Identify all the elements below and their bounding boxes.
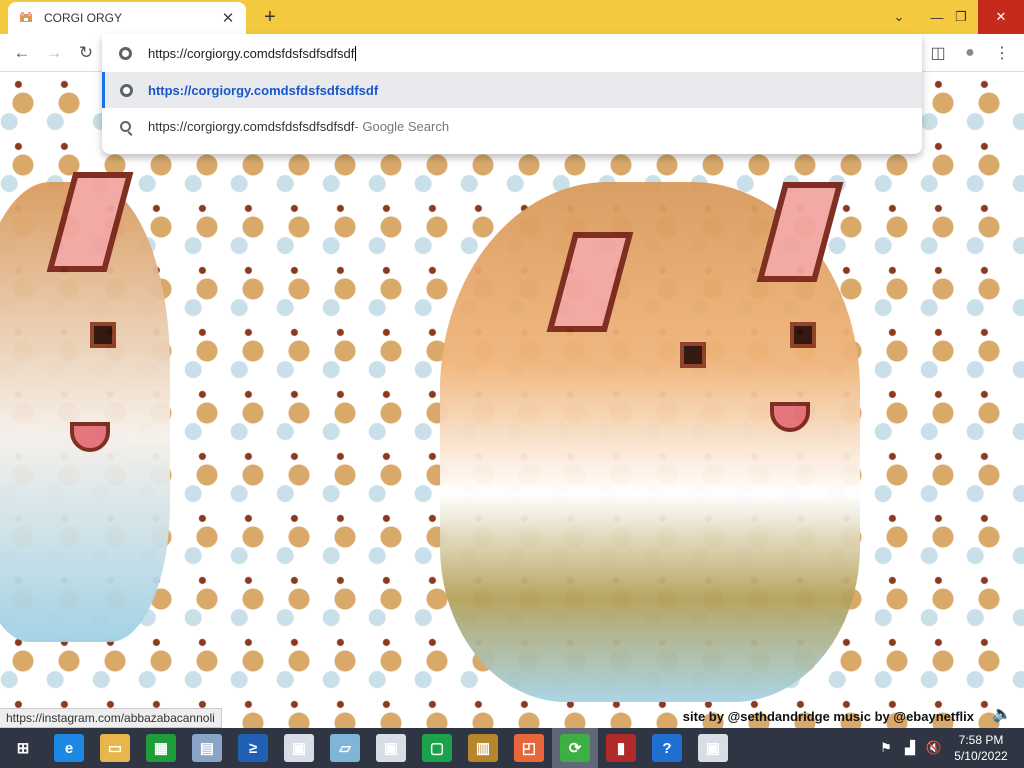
corgi-ear bbox=[546, 232, 634, 332]
window-app-3-icon[interactable]: ▣ bbox=[690, 728, 736, 768]
corgi-large-left-image bbox=[0, 172, 170, 642]
omnibox-dropdown: https://corgiorgy.comdsfdsfsdfsdfsdf htt… bbox=[102, 34, 922, 154]
omnibox-suggestion-url[interactable]: https://corgiorgy.comdsfdsfsdfsdfsdf bbox=[102, 72, 922, 108]
perfmon-icon-glyph: ▤ bbox=[192, 734, 222, 762]
terminal-icon-glyph: ▢ bbox=[422, 734, 452, 762]
site-credits[interactable]: site by @sethdandridge music by @ebaynet… bbox=[683, 709, 974, 724]
window-app-icon[interactable]: ▣ bbox=[276, 728, 322, 768]
volume-muted-icon[interactable]: 🔇 bbox=[922, 728, 946, 768]
notepad-icon[interactable]: ▱ bbox=[322, 728, 368, 768]
corgi-tongue bbox=[70, 422, 110, 452]
tab-close-icon[interactable]: ✕ bbox=[220, 10, 236, 27]
text-caret bbox=[355, 45, 357, 61]
corgi-ear bbox=[46, 172, 134, 272]
close-window-button[interactable]: ✕ bbox=[978, 0, 1024, 34]
windows-taskbar: ⊞ e ▭ ▦ ▤ ≥ ▣ ▱ ▣ ▢ ▥ ◰ ⟳ ▮? ▣ ⚑ ▟ 🔇 7:58 PM 5/10/2022 bbox=[0, 728, 1024, 768]
browser-tab[interactable]: CORGI ORGY ✕ bbox=[8, 2, 246, 34]
ie-icon[interactable]: e bbox=[46, 728, 92, 768]
window-app-2-icon[interactable]: ▣ bbox=[368, 728, 414, 768]
help-icon-glyph: ? bbox=[652, 734, 682, 762]
back-button[interactable]: ← bbox=[8, 39, 36, 67]
globe-icon bbox=[105, 83, 148, 97]
search-icon bbox=[102, 120, 148, 132]
perfmon-icon[interactable]: ▤ bbox=[184, 728, 230, 768]
corgi-favicon-icon bbox=[18, 10, 34, 26]
address-bar-input[interactable]: https://corgiorgy.comdsfdsfsdfsdfsdf bbox=[148, 46, 354, 61]
mute-toggle-icon[interactable]: 🔈 bbox=[990, 704, 1014, 724]
corgi-large-right-image bbox=[440, 182, 860, 702]
corgi-tongue bbox=[770, 402, 810, 432]
terminal-icon[interactable]: ▢ bbox=[414, 728, 460, 768]
corgi-eye bbox=[790, 322, 816, 348]
notepad-icon-glyph: ▱ bbox=[330, 734, 360, 762]
browser-menu-icon[interactable]: ⋮ bbox=[990, 41, 1014, 65]
restore-button[interactable]: ❐ bbox=[944, 0, 978, 34]
twitch-icon[interactable]: ◰ bbox=[506, 728, 552, 768]
tab-title: CORGI ORGY bbox=[44, 11, 123, 25]
corgi-eye bbox=[680, 342, 706, 368]
store-icon-glyph: ▦ bbox=[146, 734, 176, 762]
explorer-icon-glyph: ▭ bbox=[100, 734, 130, 762]
powershell-icon-glyph: ≥ bbox=[238, 734, 268, 762]
corgi-pattern-page: site by @sethdandridge music by @ebaynet… bbox=[0, 72, 1024, 730]
reload-button[interactable]: ↻ bbox=[72, 39, 100, 67]
clock-time: 7:58 PM bbox=[958, 733, 1004, 747]
suggestion-text: https://corgiorgy.comdsfdsfsdfsdfsdf bbox=[148, 118, 355, 134]
sync-icon-glyph: ⟳ bbox=[560, 734, 590, 762]
twitch-icon-glyph: ◰ bbox=[514, 734, 544, 762]
browser-titlebar: CORGI ORGY ✕ + ⌄ — ❐ ✕ bbox=[0, 0, 1024, 34]
suggestion-suffix: - Google Search bbox=[354, 118, 450, 134]
help-icon[interactable]: ? bbox=[644, 728, 690, 768]
window-app-2-icon-glyph: ▣ bbox=[376, 734, 406, 762]
start-button-glyph: ⊞ bbox=[8, 734, 38, 762]
system-clock[interactable]: 7:58 PM 5/10/2022 bbox=[946, 732, 1016, 764]
new-tab-button[interactable]: + bbox=[258, 5, 282, 29]
sync-icon[interactable]: ⟳ bbox=[552, 728, 598, 768]
store-icon[interactable]: ▦ bbox=[138, 728, 184, 768]
forward-button[interactable]: → bbox=[40, 39, 68, 67]
tab-search-dropdown-icon[interactable]: ⌄ bbox=[882, 0, 916, 34]
reader-icon[interactable]: ▮ bbox=[598, 728, 644, 768]
start-button[interactable]: ⊞ bbox=[0, 728, 46, 768]
explorer-icon[interactable]: ▭ bbox=[92, 728, 138, 768]
link-status-bar: https://instagram.com/abbazabacannoli bbox=[0, 708, 222, 728]
omnibox-row: https://corgiorgy.comdsfdsfsdfsdfsdf bbox=[102, 34, 922, 72]
site-info-icon[interactable] bbox=[102, 46, 148, 60]
system-tray: ⚑ ▟ 🔇 7:58 PM 5/10/2022 bbox=[874, 728, 1024, 768]
corgi-ear bbox=[756, 182, 844, 282]
corgi-eye bbox=[90, 322, 116, 348]
network-icon[interactable]: ▟ bbox=[898, 728, 922, 768]
archive-icon-glyph: ▥ bbox=[468, 734, 498, 762]
reader-icon-glyph: ▮ bbox=[606, 734, 636, 762]
clock-date: 5/10/2022 bbox=[954, 749, 1008, 763]
suggestion-text: https://corgiorgy.comdsfdsfsdfsdfsdf bbox=[148, 82, 379, 98]
window-app-3-icon-glyph: ▣ bbox=[698, 734, 728, 762]
window-app-icon-glyph: ▣ bbox=[284, 734, 314, 762]
side-panel-icon[interactable]: ◫ bbox=[926, 41, 950, 65]
omnibox-suggestion-search[interactable]: https://corgiorgy.comdsfdsfsdfsdfsdf - G… bbox=[102, 108, 922, 144]
powershell-icon[interactable]: ≥ bbox=[230, 728, 276, 768]
archive-icon[interactable]: ▥ bbox=[460, 728, 506, 768]
ie-icon-glyph: e bbox=[54, 734, 84, 762]
profile-avatar-icon[interactable]: ● bbox=[958, 41, 982, 65]
action-center-flag-icon[interactable]: ⚑ bbox=[874, 728, 898, 768]
